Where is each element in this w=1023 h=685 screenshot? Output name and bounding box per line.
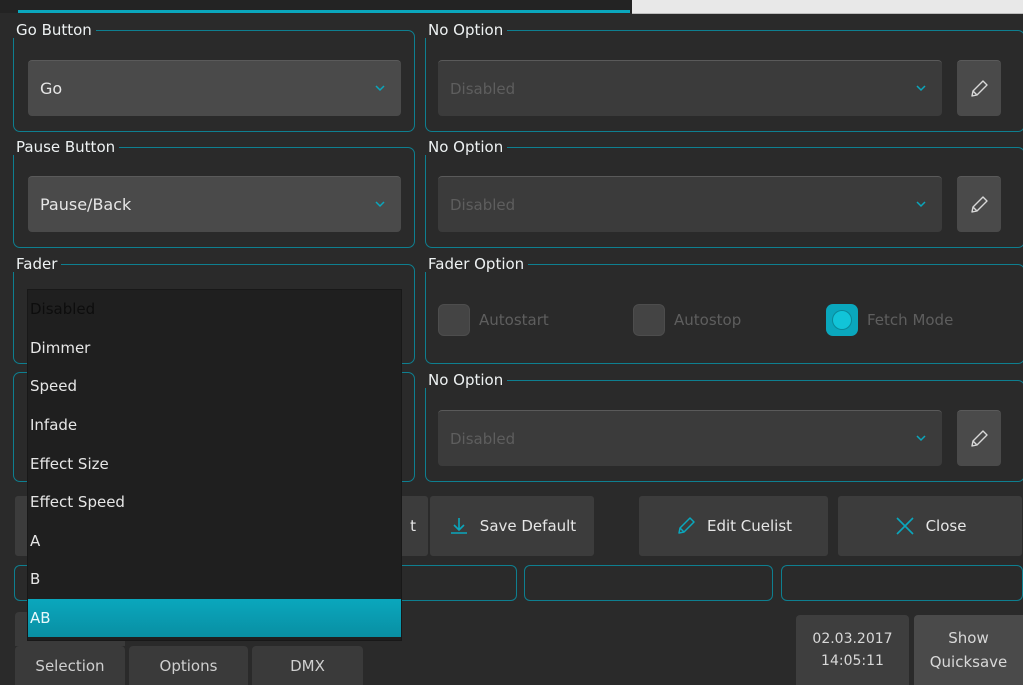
close-button[interactable]: Close — [837, 495, 1023, 557]
go-button-legend: Go Button — [16, 21, 92, 39]
pause-option-select[interactable]: Disabled — [438, 176, 942, 232]
fader-dropdown-popup: Disabled Dimmer Speed Infade Effect Size… — [28, 290, 401, 640]
pencil-icon — [678, 517, 695, 534]
third-option-select[interactable]: Disabled — [438, 410, 942, 466]
save-default-button[interactable]: Save Default — [429, 495, 595, 557]
go-option-select-value: Disabled — [450, 79, 516, 98]
pencil-icon — [971, 429, 988, 447]
download-icon — [450, 518, 467, 534]
fader-option-disabled[interactable]: Disabled — [28, 290, 401, 329]
chevron-down-icon — [916, 85, 926, 92]
active-tab-indicator — [18, 10, 630, 13]
chevron-down-icon — [375, 201, 385, 208]
autostop-box — [633, 304, 665, 336]
edit-cuelist-label: Edit Cuelist — [706, 517, 793, 535]
slot-2[interactable] — [524, 565, 773, 601]
third-option-edit-button[interactable] — [957, 410, 1001, 466]
close-label: Close — [925, 517, 967, 535]
top-tab-strip — [0, 0, 1023, 14]
fader-option-legend: Fader Option — [428, 255, 525, 273]
hidden-action-label: t — [410, 517, 416, 535]
tab-selection-label: Selection — [35, 656, 105, 675]
clock-time: 14:05:11 — [821, 653, 884, 669]
inactive-tab[interactable] — [632, 0, 1023, 14]
chevron-down-icon — [375, 85, 385, 92]
go-button-select[interactable]: Go — [28, 60, 401, 116]
autostop-checkbox[interactable]: Autostop — [633, 304, 741, 336]
pause-option-select-value: Disabled — [450, 195, 516, 214]
autostart-checkbox[interactable]: Autostart — [438, 304, 549, 336]
pause-button-select-value: Pause/Back — [40, 195, 132, 214]
fader-option-ab[interactable]: AB — [28, 598, 401, 638]
pause-option-edit-button[interactable] — [957, 176, 1001, 232]
go-button-select-value: Go — [40, 79, 63, 98]
chevron-down-icon — [916, 201, 926, 208]
fader-option-effect-speed[interactable]: Effect Speed — [28, 483, 401, 522]
tab-dmx[interactable]: DMX — [252, 646, 363, 685]
show-quicksave-button[interactable]: Show Quicksave — [914, 615, 1023, 685]
tab-dmx-label: DMX — [290, 656, 325, 675]
clock-display: 02.03.2017 14:05:11 — [796, 615, 909, 685]
pause-option-legend: No Option — [428, 138, 504, 156]
edit-cuelist-button[interactable]: Edit Cuelist — [638, 495, 829, 557]
tab-selection[interactable]: Selection — [15, 646, 125, 685]
clock-date: 02.03.2017 — [812, 631, 893, 647]
x-icon — [895, 517, 914, 535]
pause-button-select[interactable]: Pause/Back — [28, 176, 401, 232]
autostart-box — [438, 304, 470, 336]
go-option-select[interactable]: Disabled — [438, 60, 942, 116]
fader-legend: Fader — [16, 255, 58, 273]
fader-option-effect-size[interactable]: Effect Size — [28, 444, 401, 483]
fader-option-dimmer[interactable]: Dimmer — [28, 329, 401, 368]
show-label: Show — [948, 629, 989, 647]
fader-option-b[interactable]: B — [28, 560, 401, 599]
chevron-down-icon — [916, 435, 926, 442]
go-option-legend: No Option — [428, 21, 504, 39]
fader-option-speed[interactable]: Speed — [28, 367, 401, 406]
autostart-label: Autostart — [479, 311, 549, 329]
third-option-legend: No Option — [428, 371, 504, 389]
fetch-mode-radio[interactable]: Fetch Mode — [826, 304, 953, 336]
tab-options[interactable]: Options — [129, 646, 248, 685]
pencil-icon — [971, 195, 988, 213]
go-option-edit-button[interactable] — [957, 60, 1001, 116]
save-default-label: Save Default — [479, 517, 577, 535]
pause-button-legend: Pause Button — [16, 138, 116, 156]
tab-options-label: Options — [159, 656, 218, 675]
fetch-mode-label: Fetch Mode — [867, 311, 954, 329]
slot-3[interactable] — [781, 565, 1023, 601]
third-option-select-value: Disabled — [450, 429, 516, 448]
fetch-mode-indicator — [826, 304, 858, 336]
autostop-label: Autostop — [674, 311, 742, 329]
fader-option-a[interactable]: A — [28, 522, 401, 561]
pencil-icon — [971, 79, 988, 97]
quicksave-label: Quicksave — [929, 653, 1008, 671]
fader-option-infade[interactable]: Infade — [28, 406, 401, 445]
